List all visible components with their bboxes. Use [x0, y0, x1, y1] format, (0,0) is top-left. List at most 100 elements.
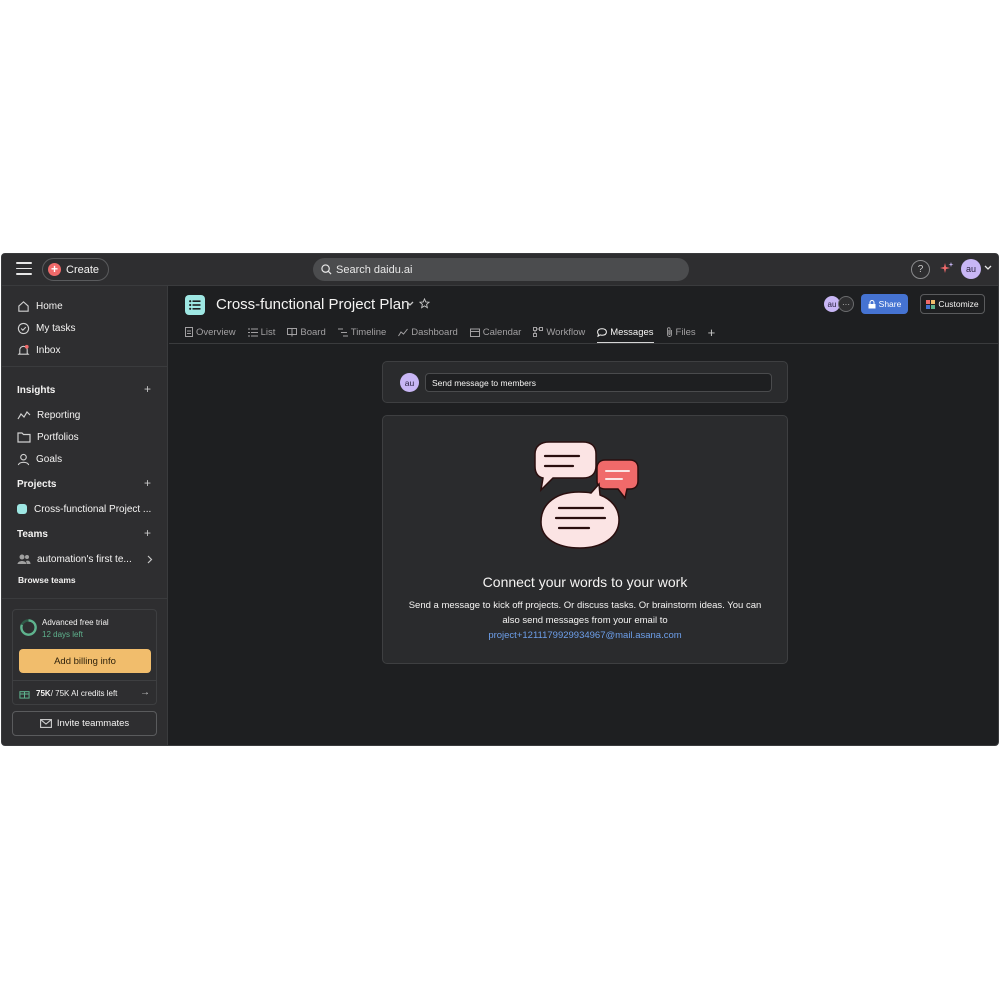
- search-placeholder: Search daidu.ai: [336, 263, 413, 276]
- tab-label: Board: [300, 326, 326, 338]
- chat-bubbles-illustration: [534, 441, 639, 549]
- add-project-icon[interactable]: +: [144, 476, 151, 490]
- sidebar-item-my-tasks[interactable]: My tasks: [17, 320, 75, 336]
- tab-overview[interactable]: Overview: [185, 322, 236, 342]
- tab-workflow[interactable]: Workflow: [533, 322, 585, 342]
- create-button[interactable]: + Create: [42, 258, 110, 281]
- project-tabs: Overview List Board Timeline Dashboard C…: [185, 322, 715, 344]
- trial-progress-ring: [20, 619, 37, 636]
- project-list-icon: [185, 295, 205, 315]
- empty-state-title: Connect your words to your work: [482, 574, 688, 590]
- sparkle-icon[interactable]: [939, 261, 955, 277]
- ai-credits-row[interactable]: 75K / 75K AI credits left →: [13, 680, 156, 705]
- add-billing-button[interactable]: Add billing info: [19, 649, 151, 673]
- star-icon[interactable]: [419, 298, 430, 309]
- credits-text: / 75K AI credits left: [50, 688, 118, 698]
- menu-icon[interactable]: [16, 262, 32, 276]
- trial-panel: Advanced free trial 12 days left Add bil…: [12, 609, 157, 705]
- search-icon: [321, 264, 332, 275]
- arrow-right-icon: →: [140, 687, 150, 698]
- section-insights[interactable]: Insights: [17, 385, 55, 396]
- tab-label: Workflow: [546, 326, 586, 338]
- invite-label: Invite teammates: [56, 718, 130, 729]
- message-input[interactable]: Send message to members: [425, 373, 772, 392]
- more-members-icon[interactable]: ···: [838, 296, 854, 312]
- credits-count: 75K: [36, 688, 51, 698]
- sidebar: Home My tasks Inbox Insights + Reporting…: [2, 286, 168, 745]
- dashboard-icon: [398, 328, 409, 336]
- sidebar-item-label: Goals: [36, 453, 63, 465]
- share-button[interactable]: Share: [861, 294, 908, 314]
- sidebar-item-label: Portfolios: [37, 431, 79, 443]
- overview-icon: [185, 327, 193, 337]
- invite-teammates-button[interactable]: Invite teammates: [12, 711, 157, 736]
- sidebar-item-label: Cross-functional Project ...: [34, 503, 152, 515]
- paperclip-icon: [666, 327, 672, 337]
- project-color-dot: [17, 504, 27, 514]
- mail-icon: [39, 719, 52, 728]
- trial-days-left: 12 days left: [42, 630, 83, 639]
- chevron-right-icon[interactable]: [147, 555, 153, 564]
- tab-calendar[interactable]: Calendar: [469, 322, 522, 342]
- project-email-link[interactable]: project+1211179929934967@mail.asana.com: [403, 628, 767, 643]
- list-icon: [247, 328, 258, 336]
- message-composer: au Send message to members: [382, 361, 788, 403]
- tab-label: Timeline: [350, 326, 387, 338]
- gift-icon: [19, 690, 30, 699]
- empty-state-body: Send a message to kick off projects. Or …: [403, 598, 767, 643]
- sidebar-divider: [2, 598, 168, 599]
- sidebar-item-portfolios[interactable]: Portfolios: [17, 429, 79, 445]
- timeline-icon: [337, 328, 348, 336]
- sidebar-item-team[interactable]: automation's first te...: [17, 551, 132, 567]
- sidebar-item-home[interactable]: Home: [17, 298, 63, 314]
- tab-files[interactable]: Files: [666, 322, 696, 342]
- tab-label: Messages: [610, 326, 654, 338]
- page-title: Cross-functional Project Plan: [216, 296, 410, 313]
- empty-state-text: Send a message to kick off projects. Or …: [408, 600, 762, 626]
- tab-label: Files: [675, 326, 696, 338]
- sidebar-item-label: Inbox: [36, 344, 61, 356]
- tab-dashboard[interactable]: Dashboard: [398, 322, 458, 342]
- sidebar-item-goals[interactable]: Goals: [17, 451, 62, 467]
- line-chart-icon: [17, 411, 31, 420]
- help-icon[interactable]: ?: [911, 260, 930, 279]
- sidebar-item-label: Reporting: [37, 409, 81, 421]
- home-icon: [18, 300, 29, 312]
- header-divider: [169, 343, 998, 344]
- sidebar-item-project[interactable]: Cross-functional Project ...: [17, 501, 151, 517]
- create-label: Create: [66, 263, 100, 276]
- add-tab-icon[interactable]: +: [708, 322, 716, 342]
- grid-icon: [926, 299, 936, 309]
- browse-teams-link[interactable]: Browse teams: [18, 575, 76, 585]
- sidebar-item-inbox[interactable]: Inbox: [17, 342, 60, 358]
- section-teams[interactable]: Teams: [17, 529, 48, 540]
- app-window: + Create Search daidu.ai ? au Home My ta…: [1, 253, 999, 746]
- chevron-down-icon[interactable]: [406, 301, 414, 307]
- tab-label: Overview: [196, 326, 236, 338]
- add-insight-icon[interactable]: +: [144, 382, 151, 396]
- calendar-icon: [469, 328, 480, 337]
- composer-avatar: au: [400, 373, 419, 392]
- tab-list[interactable]: List: [247, 322, 276, 342]
- workflow-icon: [533, 327, 544, 337]
- top-bar: + Create Search daidu.ai ? au: [2, 254, 998, 286]
- folder-icon: [17, 432, 31, 443]
- search-input[interactable]: Search daidu.ai: [313, 258, 689, 281]
- chevron-down-icon[interactable]: [984, 265, 992, 271]
- tab-messages[interactable]: Messages: [597, 322, 654, 344]
- sidebar-item-label: automation's first te...: [37, 553, 132, 565]
- tab-timeline[interactable]: Timeline: [337, 322, 387, 342]
- messages-empty-state: Connect your words to your work Send a m…: [382, 415, 788, 664]
- user-avatar[interactable]: au: [961, 259, 981, 279]
- bell-icon: [17, 344, 30, 355]
- sidebar-item-reporting[interactable]: Reporting: [17, 407, 80, 423]
- tab-label: Calendar: [482, 326, 522, 338]
- check-circle-icon: [17, 322, 30, 334]
- trial-title: Advanced free trial: [42, 618, 109, 627]
- tab-board[interactable]: Board: [287, 322, 326, 342]
- tab-label: List: [260, 326, 276, 338]
- section-projects[interactable]: Projects: [17, 479, 56, 490]
- add-team-icon[interactable]: +: [144, 526, 151, 540]
- sidebar-item-label: My tasks: [36, 322, 76, 334]
- customize-button[interactable]: Customize: [920, 294, 985, 314]
